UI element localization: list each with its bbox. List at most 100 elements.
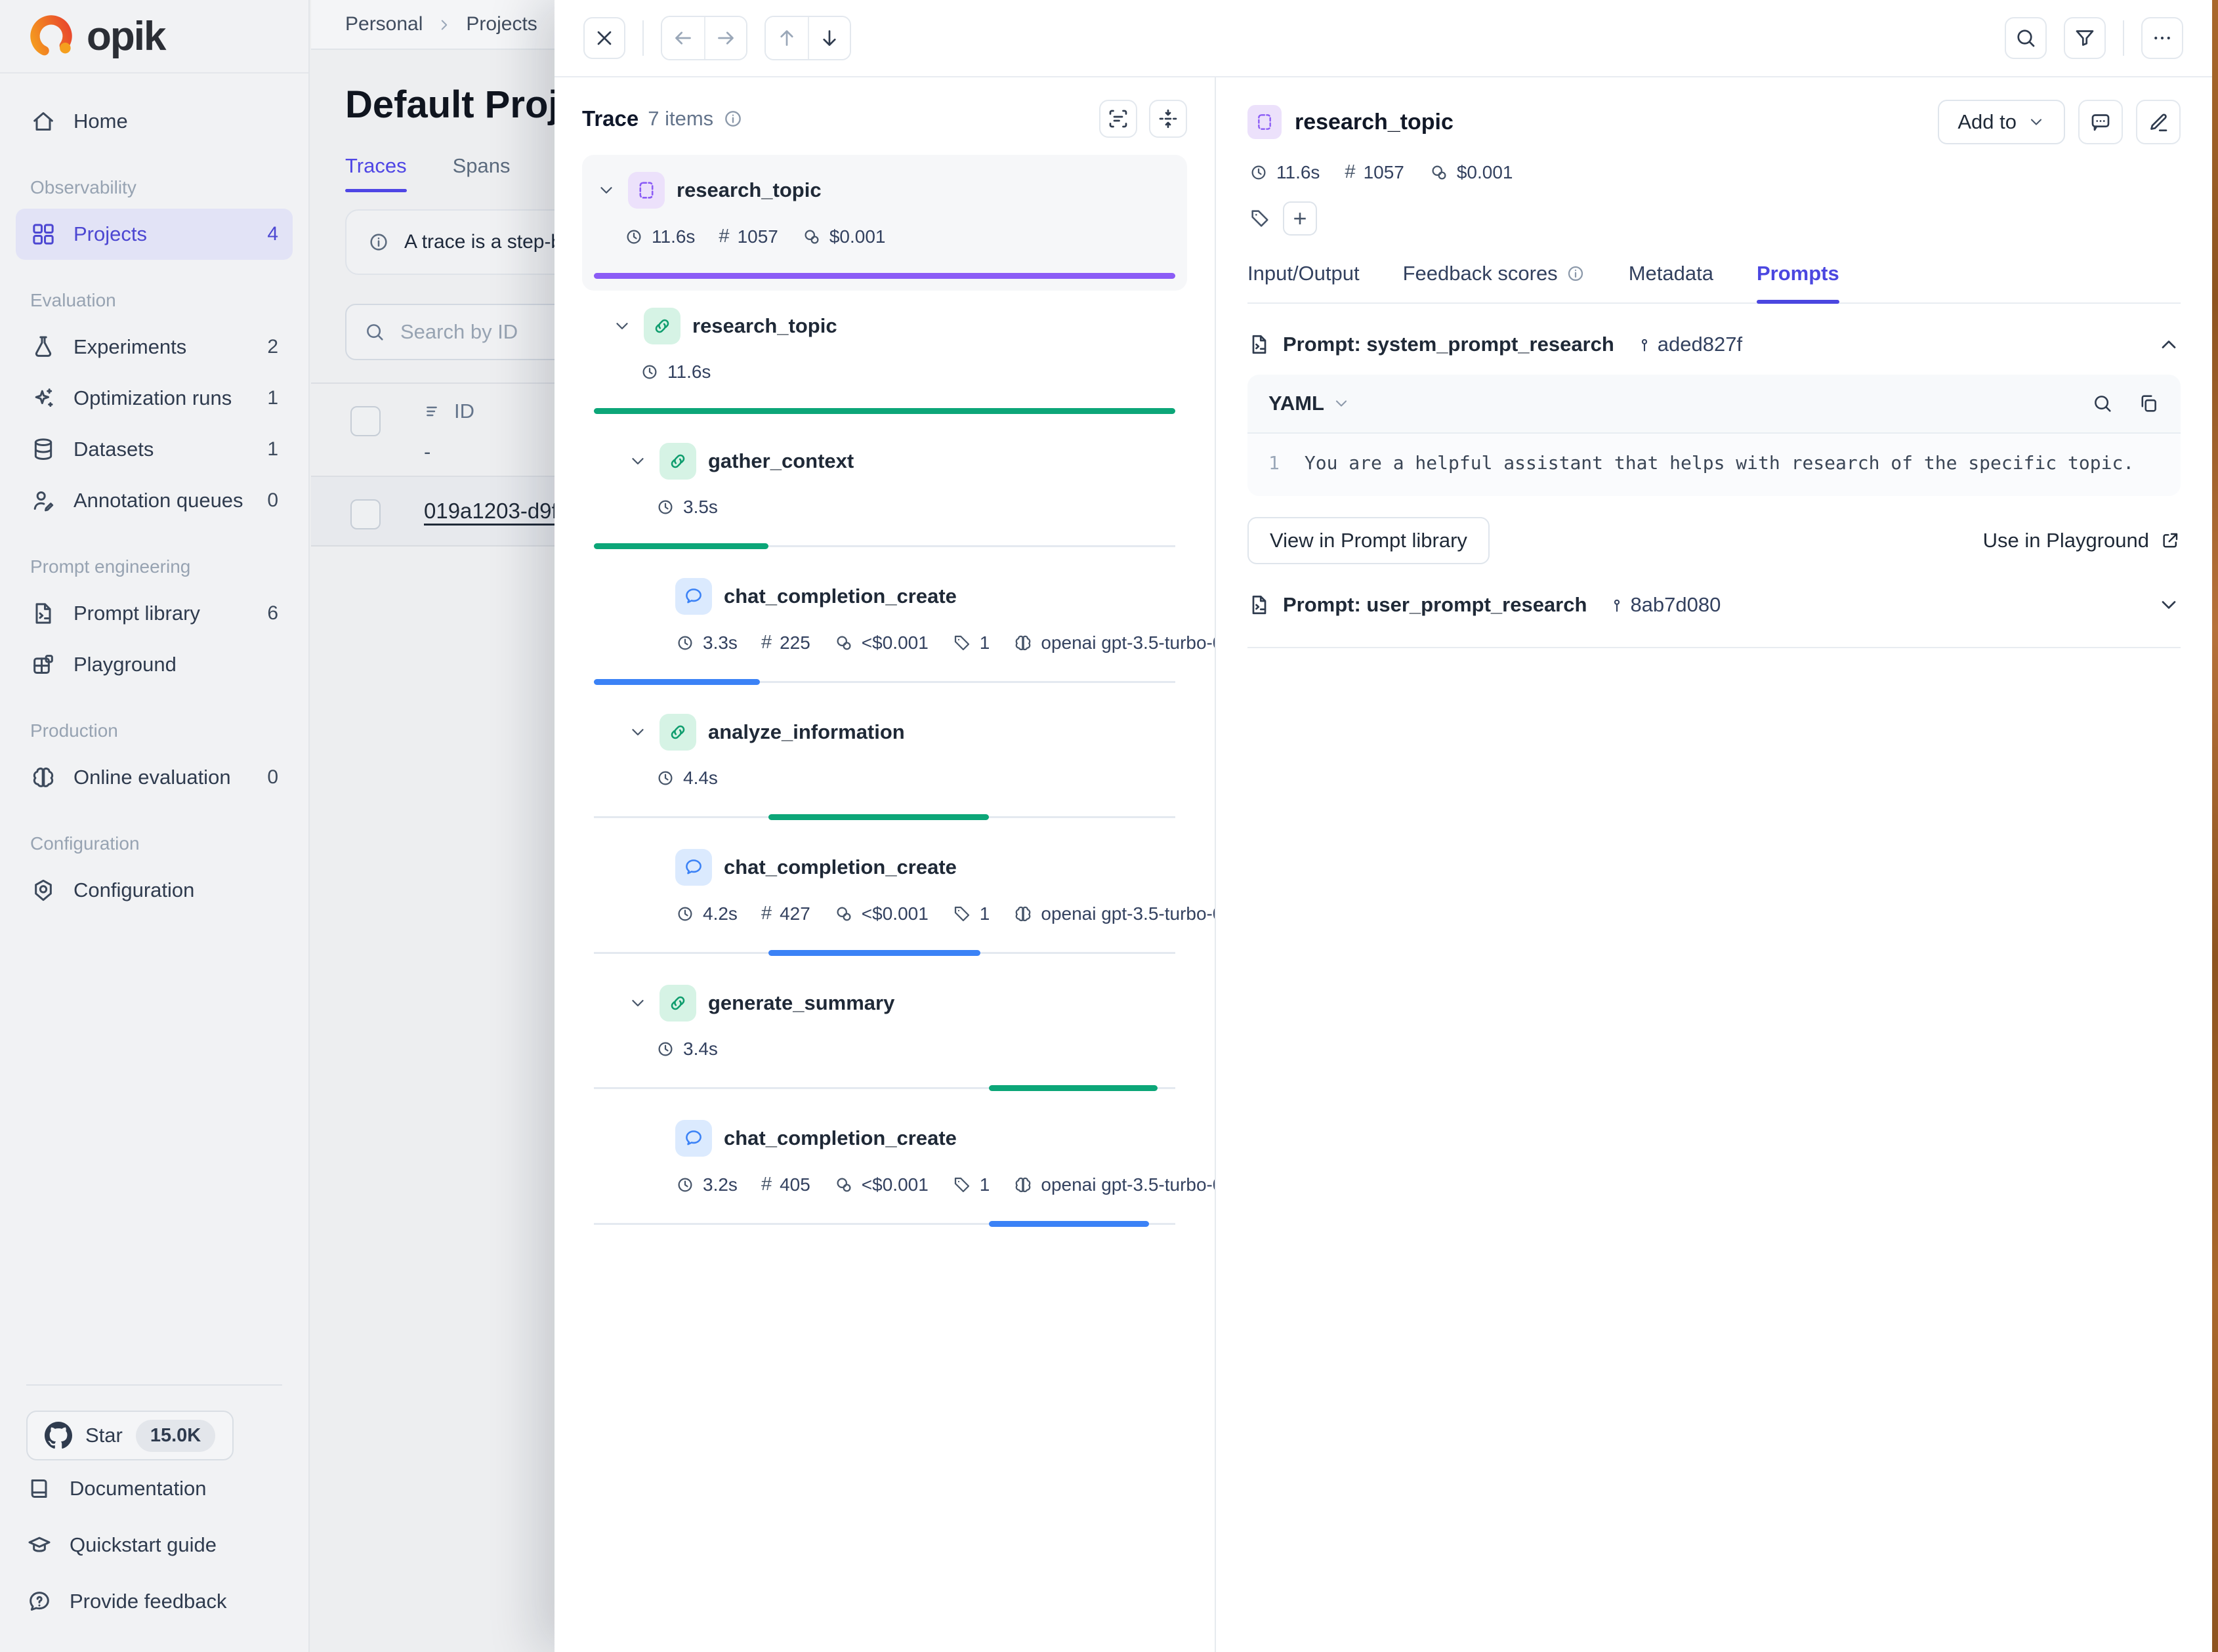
chevron-down-icon[interactable] [596, 180, 616, 200]
clock-icon [640, 362, 659, 382]
span-node-analyze-information[interactable]: analyze_information 4.4s [582, 697, 1187, 832]
down-span-button[interactable] [808, 17, 850, 59]
llm-type-icon [675, 1120, 712, 1157]
collapse-vertical-icon [1156, 107, 1180, 131]
tab-prompts[interactable]: Prompts [1757, 262, 1839, 302]
info-icon [367, 231, 390, 253]
collapse-all-button[interactable] [1149, 100, 1187, 138]
timeline-bar [768, 814, 990, 820]
model-stat: openai gpt-3.5-turbo-0125 [1013, 1174, 1216, 1195]
cost-stat: <$0.001 [834, 1174, 929, 1195]
view-in-prompt-library-button[interactable]: View in Prompt library [1247, 517, 1490, 564]
chain-type-icon [659, 443, 696, 480]
more-actions-button[interactable] [2141, 17, 2183, 59]
span-name[interactable]: chat_completion_create [724, 1126, 957, 1150]
span-name[interactable]: generate_summary [708, 991, 894, 1015]
tab-metadata[interactable]: Metadata [1629, 262, 1713, 302]
sidebar-item-playground[interactable]: Playground [16, 639, 293, 690]
pen-icon [2146, 110, 2170, 134]
sidebar-item-annotation-queues[interactable]: Annotation queues 0 [16, 475, 293, 526]
search-spans-button[interactable] [2005, 17, 2047, 59]
chain-type-icon [659, 714, 696, 751]
sidebar-item-prompt-library[interactable]: Prompt library 6 [16, 588, 293, 639]
row-checkbox[interactable] [350, 499, 381, 529]
prev-trace-button[interactable] [662, 17, 704, 59]
prompt-commit: aded827f [1635, 333, 1742, 356]
sidebar-item-quickstart-guide[interactable]: Quickstart guide [26, 1517, 282, 1573]
edit-button[interactable] [2136, 100, 2181, 144]
select-all-checkbox[interactable] [350, 406, 381, 436]
chevron-down-icon[interactable] [628, 993, 648, 1013]
span-name[interactable]: chat_completion_create [724, 585, 957, 608]
trace-node-research-topic[interactable]: research_topic 11.6s #1057 $0.001 [582, 155, 1187, 291]
duration-stat: 3.5s [656, 497, 718, 518]
sidebar-item-configuration[interactable]: Configuration [16, 865, 293, 916]
prompt-title[interactable]: Prompt: user_prompt_research [1283, 593, 1587, 617]
add-tag-button[interactable]: + [1283, 201, 1317, 236]
span-node-gather-context[interactable]: gather_context 3.5s [582, 426, 1187, 561]
clock-icon [624, 227, 644, 247]
span-node-research-topic[interactable]: research_topic 11.6s [582, 291, 1187, 426]
format-select[interactable]: YAML [1268, 392, 1324, 415]
sidebar-item-online-evaluation[interactable]: Online evaluation 0 [16, 752, 293, 803]
span-node-chat-completion-create[interactable]: chat_completion_create 3.2s #405 <$0.001… [582, 1103, 1187, 1239]
breadcrumb-projects[interactable]: Projects [466, 13, 537, 35]
span-node-generate-summary[interactable]: generate_summary 3.4s [582, 968, 1187, 1103]
tag-icon [1249, 207, 1271, 230]
breadcrumb-personal[interactable]: Personal [345, 13, 423, 35]
up-span-button[interactable] [766, 17, 808, 59]
filter-button[interactable] [2064, 17, 2106, 59]
coins-icon [1429, 163, 1449, 182]
span-name[interactable]: analyze_information [708, 720, 905, 744]
clock-icon [675, 904, 695, 924]
sidebar-item-datasets[interactable]: Datasets 1 [16, 424, 293, 475]
sidebar-item-home[interactable]: Home [16, 96, 293, 147]
chevron-down-icon[interactable] [612, 316, 632, 336]
span-node-chat-completion-create[interactable]: chat_completion_create 3.3s #225 <$0.001… [582, 561, 1187, 697]
star-count-badge: 15.0K [136, 1420, 215, 1452]
sidebar-item-optimization-runs[interactable]: Optimization runs 1 [16, 373, 293, 424]
sidebar-item-label: Projects [73, 222, 147, 246]
span-name[interactable]: research_topic [692, 314, 837, 338]
sidebar-item-experiments[interactable]: Experiments 2 [16, 321, 293, 373]
tab-feedback-scores[interactable]: Feedback scores [1403, 262, 1585, 302]
model-stat: openai gpt-3.5-turbo-0125 [1013, 903, 1216, 924]
span-name[interactable]: chat_completion_create [724, 856, 957, 879]
span-node-chat-completion-create[interactable]: chat_completion_create 4.2s #427 <$0.001… [582, 832, 1187, 968]
timeline-track [594, 1210, 1175, 1239]
app-logo[interactable]: opik [0, 0, 308, 73]
tab-input-output[interactable]: Input/Output [1247, 262, 1360, 302]
next-trace-button[interactable] [704, 17, 746, 59]
prompt-code-card: YAML 1 You are a helpful assistant that … [1247, 375, 2181, 496]
comments-button[interactable] [2078, 100, 2123, 144]
tab-traces[interactable]: Traces [345, 154, 407, 192]
id-column-header[interactable]: ID [424, 400, 474, 423]
brain-icon [1013, 904, 1033, 924]
github-star-button[interactable]: Star 15.0K [26, 1411, 234, 1460]
sidebar-item-provide-feedback[interactable]: Provide feedback [26, 1573, 282, 1630]
sidebar-item-projects[interactable]: Projects 4 [16, 209, 293, 260]
use-in-playground-link[interactable]: Use in Playground [1983, 529, 2181, 552]
screen-edge-artifact [2212, 0, 2218, 1652]
tab-spans[interactable]: Spans [453, 154, 511, 192]
add-to-button[interactable]: Add to [1938, 100, 2065, 144]
commit-icon [1635, 335, 1654, 354]
sidebar-item-documentation[interactable]: Documentation [26, 1460, 282, 1517]
chevron-down-icon[interactable] [1332, 394, 1350, 413]
chevron-down-icon[interactable] [628, 722, 648, 742]
prompt-title[interactable]: Prompt: system_prompt_research [1283, 333, 1614, 356]
timeline-bar [989, 1085, 1158, 1091]
chevron-down-icon[interactable] [2157, 593, 2181, 617]
chevron-down-icon[interactable] [628, 451, 648, 471]
id-header-label: ID [454, 400, 474, 423]
external-link-icon [2160, 530, 2181, 551]
span-name[interactable]: gather_context [708, 449, 854, 473]
chevron-up-icon[interactable] [2157, 333, 2181, 356]
span-name[interactable]: research_topic [677, 178, 822, 202]
focus-trace-button[interactable] [1099, 100, 1137, 138]
sidebar-footer: Star 15.0K Documentation Quickstart guid… [0, 1384, 308, 1652]
close-button[interactable] [583, 17, 625, 59]
search-in-code-icon[interactable] [2091, 392, 2114, 415]
hash-icon: # [719, 226, 729, 247]
copy-icon[interactable] [2137, 392, 2160, 415]
